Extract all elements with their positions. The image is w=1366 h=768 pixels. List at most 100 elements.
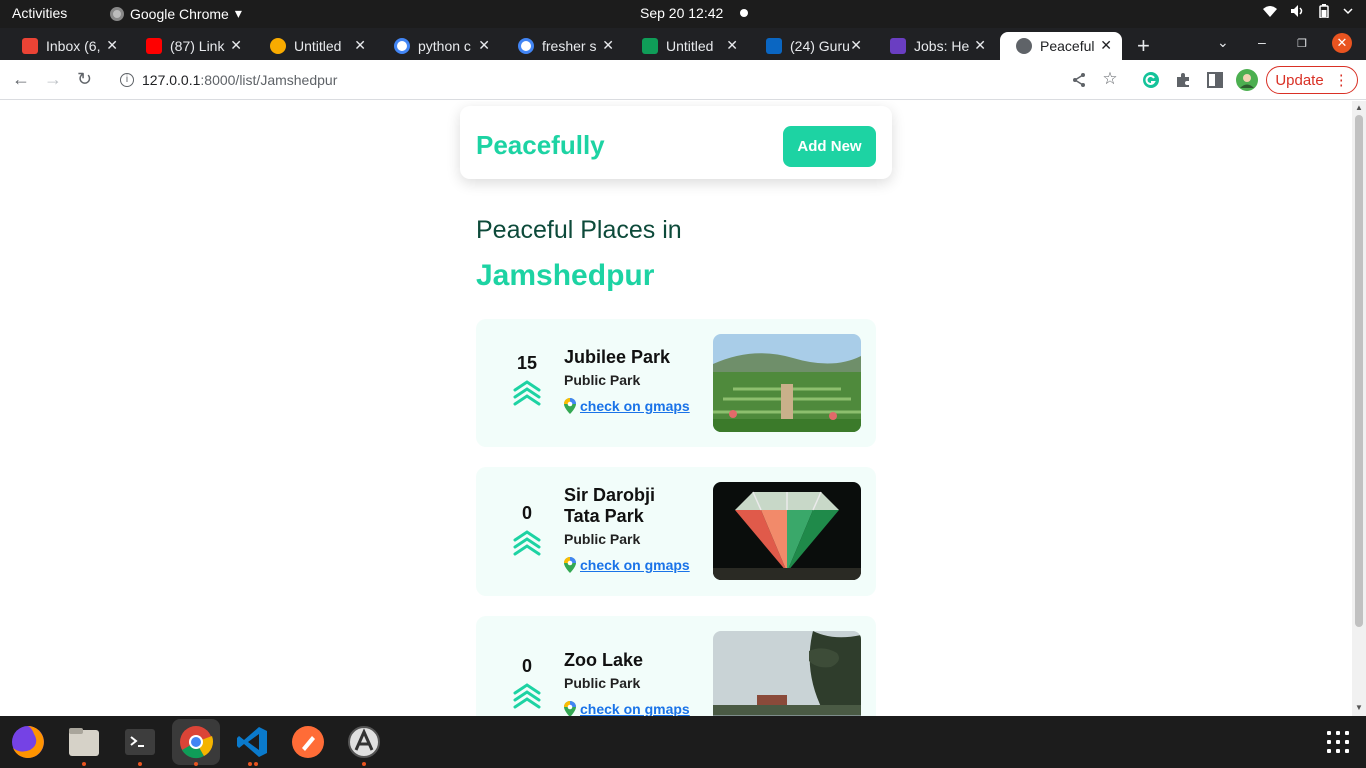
terminal-icon[interactable] <box>122 724 158 760</box>
vote-count: 0 <box>521 656 532 676</box>
close-tab-icon[interactable]: ✕ <box>974 37 986 54</box>
close-tab-icon[interactable]: ✕ <box>602 37 614 54</box>
add-new-button[interactable]: Add New <box>783 126 876 167</box>
tab-title: Inbox (6, <box>46 38 101 54</box>
tab-sheets[interactable]: Untitled ✕ <box>626 32 748 60</box>
clock[interactable]: Sep 20 12:42 <box>640 5 723 21</box>
tab-jobs[interactable]: Jobs: He ✕ <box>874 32 996 60</box>
jobs-icon <box>890 38 906 54</box>
vote-widget: 0 <box>512 656 542 711</box>
notification-dot-icon <box>740 9 748 17</box>
place-name: Sir Darobji Tata Park <box>564 485 656 526</box>
close-tab-icon[interactable]: ✕ <box>726 37 738 54</box>
side-panel-icon[interactable] <box>1206 71 1224 89</box>
map-pin-icon <box>564 701 576 716</box>
place-category: Public Park <box>564 372 641 388</box>
battery-icon <box>1319 4 1329 18</box>
place-info: Jubilee Park Public Park check on gmaps <box>564 347 694 414</box>
scroll-down-icon[interactable]: ▼ <box>1355 703 1363 712</box>
power-menu-icon <box>1343 8 1353 15</box>
place-photo[interactable] <box>713 631 861 716</box>
postman-icon[interactable] <box>290 724 326 760</box>
brand-logo[interactable]: Peacefully <box>476 130 605 161</box>
share-icon[interactable] <box>1070 71 1088 89</box>
tab-google-python[interactable]: python c ✕ <box>378 32 500 60</box>
reload-icon[interactable]: ↻ <box>77 69 92 90</box>
close-tab-icon[interactable]: ✕ <box>478 37 490 54</box>
back-icon[interactable]: ← <box>12 69 30 90</box>
gmaps-link[interactable]: check on gmaps <box>564 398 694 414</box>
tab-title: (24) Guru <box>790 38 850 54</box>
place-card: 0 Zoo Lake Public Park check on gmaps <box>476 616 876 716</box>
tab-colab[interactable]: Untitled ✕ <box>254 32 376 60</box>
more-menu-icon: ⋮ <box>1333 72 1349 89</box>
tab-linkedin-video[interactable]: (87) Link ✕ <box>130 32 252 60</box>
update-button[interactable]: Update ⋮ <box>1266 66 1358 94</box>
chrome-icon[interactable] <box>178 724 214 760</box>
url-path: :8000/list/Jamshedpur <box>200 72 338 88</box>
city-name: Jamshedpur <box>476 259 655 292</box>
running-indicator <box>82 762 86 766</box>
place-category: Public Park <box>564 675 641 691</box>
extensions-puzzle-icon[interactable] <box>1174 71 1192 89</box>
firefox-icon[interactable] <box>10 724 46 760</box>
upvote-icon[interactable] <box>512 378 542 408</box>
scroll-thumb[interactable] <box>1355 115 1363 627</box>
place-photo[interactable] <box>713 482 861 580</box>
caret-down-icon: ▾ <box>234 5 242 21</box>
place-info: Zoo Lake Public Park check on gmaps <box>564 650 694 716</box>
close-tab-icon[interactable]: ✕ <box>1100 37 1112 54</box>
new-tab-button[interactable]: + <box>1137 33 1150 59</box>
map-pin-icon <box>564 557 576 573</box>
place-photo[interactable] <box>713 334 861 432</box>
tab-linkedin[interactable]: (24) Guru ✕ <box>750 32 872 60</box>
place-card: 15 Jubilee Park Public Park check on gma… <box>476 319 876 447</box>
address-bar[interactable]: i 127.0.0.1:8000/list/Jamshedpur <box>108 65 1128 95</box>
place-name: Jubilee Park <box>564 347 671 367</box>
profile-avatar[interactable] <box>1236 69 1258 91</box>
gmaps-label: check on gmaps <box>580 398 690 414</box>
close-tab-icon[interactable]: ✕ <box>106 37 118 54</box>
sheets-icon <box>642 38 658 54</box>
upvote-icon[interactable] <box>512 681 542 711</box>
gmaps-link[interactable]: check on gmaps <box>564 557 694 573</box>
tab-google-fresher[interactable]: fresher s ✕ <box>502 32 624 60</box>
files-icon[interactable] <box>66 724 102 760</box>
app-menu[interactable]: Google Chrome ▾ <box>110 5 242 22</box>
grammarly-icon[interactable] <box>1142 71 1160 89</box>
tab-search-icon[interactable]: ⌄ <box>1217 34 1229 51</box>
vscode-icon[interactable] <box>234 724 270 760</box>
app-grid-icon[interactable] <box>1327 731 1349 753</box>
window-close-icon[interactable]: ✕ <box>1332 33 1352 53</box>
google-icon <box>518 38 534 54</box>
place-info: Sir Darobji Tata Park Public Park check … <box>564 485 694 573</box>
tab-strip: Inbox (6, ✕ (87) Link ✕ Untitled ✕ pytho… <box>0 28 1366 60</box>
page-scrollbar[interactable]: ▲ ▼ <box>1352 101 1366 716</box>
gmaps-link[interactable]: check on gmaps <box>564 701 694 716</box>
running-indicator <box>362 762 366 766</box>
close-tab-icon[interactable]: ✕ <box>354 37 366 54</box>
dock <box>0 716 1366 768</box>
bookmark-star-icon[interactable]: ☆ <box>1101 69 1119 88</box>
running-indicator <box>254 762 258 766</box>
system-tray[interactable] <box>1262 4 1354 18</box>
upvote-icon[interactable] <box>512 528 542 558</box>
tab-title: (87) Link <box>170 38 225 54</box>
restore-icon[interactable]: ❐ <box>1297 37 1307 50</box>
software-updater-icon[interactable] <box>346 724 382 760</box>
gmaps-label: check on gmaps <box>580 701 690 716</box>
place-name: Zoo Lake <box>564 650 644 670</box>
site-info-icon[interactable]: i <box>120 73 134 87</box>
activities-button[interactable]: Activities <box>12 5 67 21</box>
forward-icon[interactable]: → <box>44 69 62 90</box>
close-tab-icon[interactable]: ✕ <box>850 37 862 54</box>
minimize-icon[interactable]: – <box>1258 34 1266 50</box>
header-card: Peacefully Add New <box>460 106 892 179</box>
close-tab-icon[interactable]: ✕ <box>230 37 242 54</box>
globe-icon <box>1016 38 1032 54</box>
tab-title: Untitled <box>666 38 714 54</box>
tab-peacefully[interactable]: Peaceful ✕ <box>1000 32 1122 60</box>
scroll-up-icon[interactable]: ▲ <box>1355 103 1363 112</box>
tab-gmail[interactable]: Inbox (6, ✕ <box>6 32 128 60</box>
vote-widget: 15 <box>512 353 542 408</box>
